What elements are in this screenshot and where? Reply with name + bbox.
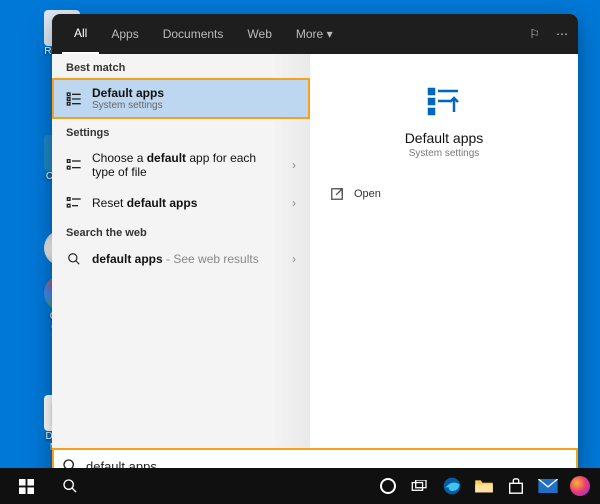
taskbar-search[interactable]: [50, 471, 90, 501]
detail-subtitle: System settings: [409, 148, 480, 159]
feedback-icon[interactable]: ⚐: [529, 27, 540, 41]
reset-icon: [66, 195, 82, 211]
settings-result-2-text: Reset default apps: [92, 196, 282, 210]
best-match-result[interactable]: Default apps System settings: [52, 78, 310, 119]
firefox-icon[interactable]: [566, 472, 594, 500]
taskbar: [0, 468, 600, 504]
edge-icon[interactable]: [438, 472, 466, 500]
open-action[interactable]: Open: [310, 177, 578, 211]
best-match-subtitle: System settings: [92, 100, 296, 111]
chevron-down-icon: ▾: [327, 27, 333, 41]
tab-documents[interactable]: Documents: [151, 14, 236, 54]
best-match-title: Default apps: [92, 86, 296, 100]
detail-pane: Default apps System settings Open: [310, 54, 578, 448]
tab-more[interactable]: More ▾: [284, 14, 345, 54]
settings-result-1[interactable]: Choose a default app for each type of fi…: [52, 143, 310, 187]
chevron-right-icon: ›: [292, 196, 296, 210]
cortana-icon[interactable]: [374, 472, 402, 500]
results-column: Best match Default apps System settings …: [52, 54, 310, 448]
mail-icon[interactable]: [534, 472, 562, 500]
open-label: Open: [354, 188, 381, 200]
tab-all[interactable]: All: [62, 14, 99, 54]
more-options-icon[interactable]: ⋯: [556, 27, 568, 41]
settings-label: Settings: [52, 119, 310, 143]
default-apps-icon: [66, 91, 82, 107]
open-icon: [330, 187, 344, 201]
list-check-icon: [66, 157, 82, 173]
chevron-right-icon: ›: [292, 252, 296, 266]
chevron-right-icon: ›: [292, 158, 296, 172]
search-tabs: All Apps Documents Web More ▾ ⚐ ⋯: [52, 14, 578, 54]
best-match-label: Best match: [52, 54, 310, 78]
search-icon: [66, 251, 82, 267]
default-apps-large-icon: [426, 84, 462, 120]
store-icon[interactable]: [502, 472, 530, 500]
web-result-text: default apps - See web results: [92, 252, 282, 266]
search-panel: All Apps Documents Web More ▾ ⚐ ⋯ Best m…: [52, 14, 578, 484]
settings-result-1-text: Choose a default app for each type of fi…: [92, 151, 282, 179]
start-button[interactable]: [6, 471, 46, 501]
task-view-icon[interactable]: [406, 472, 434, 500]
tab-apps[interactable]: Apps: [99, 14, 150, 54]
settings-result-2[interactable]: Reset default apps ›: [52, 187, 310, 219]
tab-web[interactable]: Web: [235, 14, 283, 54]
file-explorer-icon[interactable]: [470, 472, 498, 500]
search-web-label: Search the web: [52, 219, 310, 243]
detail-title: Default apps: [405, 130, 484, 146]
web-result[interactable]: default apps - See web results ›: [52, 243, 310, 275]
